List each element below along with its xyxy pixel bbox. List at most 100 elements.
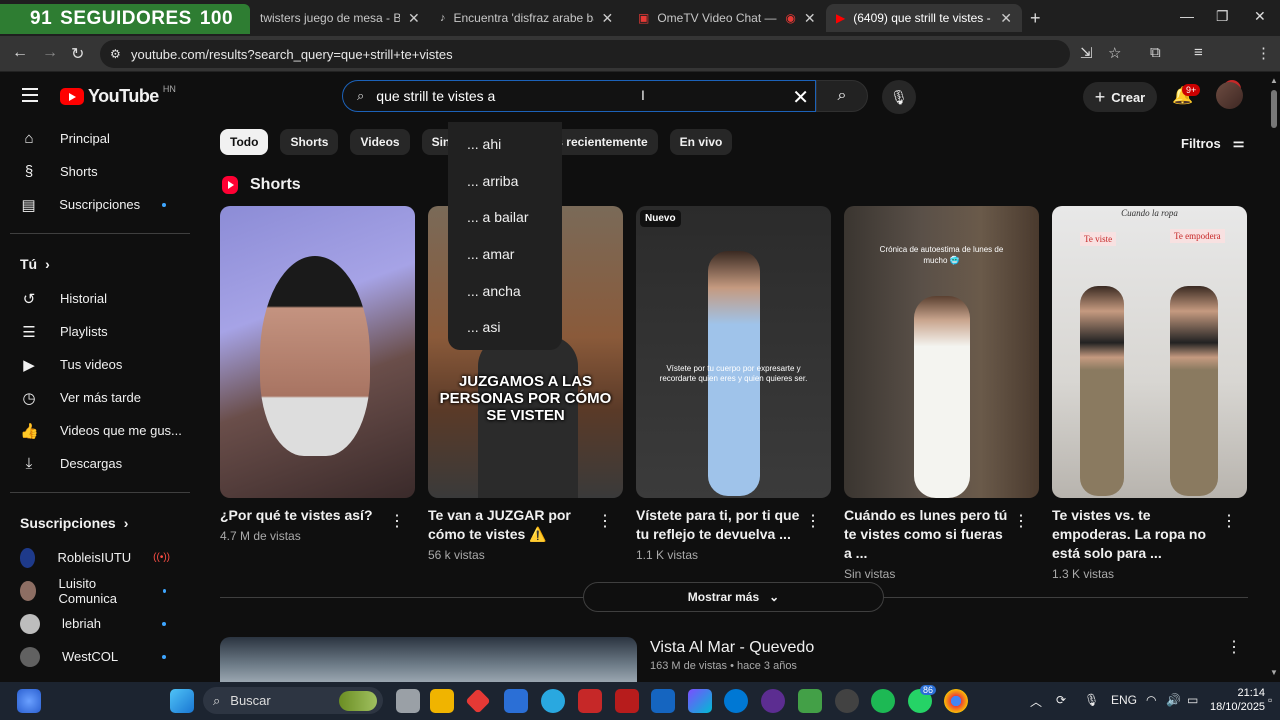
short-title[interactable]: Cuándo es lunes pero tú te vistes como s… <box>844 506 1014 563</box>
more-options-icon[interactable]: ⋮ <box>805 511 821 531</box>
forward-icon[interactable]: → <box>42 44 58 62</box>
taskbar-search[interactable]: ⌕ Buscar <box>203 687 383 714</box>
copilot-icon[interactable] <box>688 689 712 713</box>
video-title[interactable]: Vista Al Mar - Quevedo <box>650 639 814 657</box>
short-thumbnail[interactable]: Crónica de autoestima de lunes de mucho … <box>844 206 1039 498</box>
sidebar-sub-luisito[interactable]: Luisito Comunica <box>0 574 200 607</box>
netflix-icon[interactable] <box>615 689 639 713</box>
kick-icon[interactable] <box>798 689 822 713</box>
taskbar-clock[interactable]: 21:14 18/10/2025 <box>1210 686 1265 714</box>
back-icon[interactable]: ← <box>12 44 28 62</box>
sidebar-sub-westcol[interactable]: WestCOL <box>0 640 200 673</box>
close-tab-icon[interactable]: ✕ <box>602 10 614 27</box>
microsoft-store-icon[interactable] <box>504 689 528 713</box>
app-gear-icon[interactable] <box>835 689 859 713</box>
sidebar-subs-header[interactable]: Suscripciones › <box>0 505 200 541</box>
chip-videos[interactable]: Videos <box>350 129 410 155</box>
file-explorer-icon[interactable] <box>430 689 454 713</box>
close-tab-icon[interactable]: ✕ <box>1000 10 1012 27</box>
short-title[interactable]: Vístete para ti, por ti que tu reflejo t… <box>636 506 806 544</box>
browser-menu-icon[interactable]: ⋮ <box>1256 44 1271 62</box>
close-window-icon[interactable]: ✕ <box>1254 8 1266 25</box>
suggestion-item[interactable]: ... a bailar <box>448 199 562 236</box>
youtube-logo[interactable]: YouTube HN <box>60 84 176 107</box>
more-options-icon[interactable]: ⋮ <box>389 511 405 531</box>
suggestion-item[interactable]: ... ahi <box>448 126 562 163</box>
maximize-icon[interactable]: ❐ <box>1216 8 1229 25</box>
site-info-icon[interactable]: ⚙ <box>110 47 121 61</box>
battery-icon[interactable]: ▭ <box>1187 693 1198 707</box>
scroll-down-icon[interactable]: ▼ <box>1270 668 1278 677</box>
notification-center-icon[interactable]: ▫ <box>1268 693 1272 707</box>
short-thumbnail[interactable] <box>220 206 415 498</box>
search-input[interactable] <box>376 88 777 104</box>
chip-shorts[interactable]: Shorts <box>280 129 339 155</box>
chip-en-vivo[interactable]: En vivo <box>669 129 733 155</box>
wifi-icon[interactable]: ◠ <box>1146 693 1156 707</box>
suggestion-item[interactable]: ... ancha <box>448 272 562 309</box>
short-card[interactable]: Nuevo Vístete por tu cuerpo por expresar… <box>636 206 831 562</box>
more-options-icon[interactable]: ⋮ <box>1226 637 1242 657</box>
sidebar-item-descargas[interactable]: ⤓ Descargas <box>0 447 200 480</box>
edge-icon[interactable] <box>724 689 748 713</box>
sidebar-sub-robleisiutu[interactable]: RobleisIUTU ((•)) <box>0 541 200 574</box>
volume-icon[interactable]: 🔊 <box>1166 693 1181 707</box>
tray-sync-icon[interactable]: ⟳ <box>1056 693 1066 707</box>
app-purple-icon[interactable] <box>761 689 785 713</box>
close-tab-icon[interactable]: ✕ <box>408 10 420 27</box>
short-title[interactable]: Te van a JUZGAR por cómo te vistes ⚠️ <box>428 506 598 544</box>
tray-chevron-up-icon[interactable]: ︿ <box>1030 693 1042 710</box>
chip-todo[interactable]: Todo <box>220 129 269 155</box>
url-field[interactable]: ⚙ youtube.com/results?search_query=que+s… <box>100 40 1070 68</box>
tray-mic-icon[interactable]: 🎙 <box>1084 693 1099 707</box>
sidebar-you-header[interactable]: Tú › <box>0 246 200 282</box>
minimize-icon[interactable]: — <box>1180 8 1194 24</box>
chrome-blue-icon[interactable] <box>541 689 565 713</box>
suggestion-item[interactable]: ... amar <box>448 236 562 273</box>
sidebar-item-principal[interactable]: ⌂ Principal <box>0 122 200 155</box>
followers-counter-tab[interactable]: 91 SEGUIDORES 100 <box>0 4 250 34</box>
short-thumbnail[interactable]: Nuevo Vístete por tu cuerpo por expresar… <box>636 206 831 498</box>
short-card[interactable]: Cuando la ropa Te viste Te empodera Te v… <box>1052 206 1247 581</box>
sidebar-item-playlists[interactable]: ☰ Playlists <box>0 315 200 348</box>
clear-search-icon[interactable]: ✕ <box>792 85 809 110</box>
sidebar-sub-lebriah[interactable]: lebriah <box>0 607 200 640</box>
short-title[interactable]: Te vistes vs. te empoderas. La ropa no e… <box>1052 506 1222 563</box>
search-button[interactable]: ⌕ <box>816 80 868 112</box>
close-tab-icon[interactable]: ✕ <box>804 10 816 27</box>
short-card[interactable]: ¿Por qué te vistes así? 4.7 M de vistas … <box>220 206 415 543</box>
sidebar-item-historial[interactable]: ↺ Historial <box>0 282 200 315</box>
sidebar-item-suscripciones[interactable]: ▤ Suscripciones <box>0 188 200 221</box>
suggestion-item[interactable]: ... asi <box>448 309 562 346</box>
short-card[interactable]: Crónica de autoestima de lunes de mucho … <box>844 206 1039 581</box>
page-scrollbar[interactable]: ▲ ▼ <box>1268 72 1280 682</box>
sidebar-item-ver-mas-tarde[interactable]: ◷ Ver más tarde <box>0 381 200 414</box>
tab-ometv[interactable]: ▣ OmeTV Video Chat — Omegle ◉ ✕ <box>628 4 826 32</box>
suggestion-item[interactable]: ... arriba <box>448 163 562 200</box>
show-more-button[interactable]: Mostrar más ⌄ <box>583 582 884 612</box>
tab-disfraz[interactable]: ♪ Encuentra 'disfraz arabe bariloche' ✕ <box>430 4 623 32</box>
reload-icon[interactable]: ↻ <box>71 44 84 64</box>
weather-widget-icon[interactable] <box>17 689 41 713</box>
tab-twisters[interactable]: twisters juego de mesa - Buscar ✕ <box>250 4 430 32</box>
scroll-up-icon[interactable]: ▲ <box>1270 76 1278 85</box>
disney-icon[interactable] <box>651 689 675 713</box>
video-thumbnail[interactable] <box>220 637 637 682</box>
filters-button[interactable]: Filtros ⚌ <box>1181 135 1244 151</box>
windows-start-icon[interactable] <box>170 689 194 713</box>
spotify-icon[interactable] <box>871 689 895 713</box>
new-tab-icon[interactable]: + <box>1030 8 1041 29</box>
short-thumbnail[interactable]: Cuando la ropa Te viste Te empodera <box>1052 206 1247 498</box>
chrome-icon[interactable] <box>944 689 968 713</box>
more-options-icon[interactable]: ⋮ <box>1013 511 1029 531</box>
task-view-icon[interactable] <box>396 689 420 713</box>
app-shield-icon[interactable] <box>578 689 602 713</box>
more-options-icon[interactable]: ⋮ <box>1221 511 1237 531</box>
menu-icon[interactable] <box>22 88 38 106</box>
voice-search-button[interactable]: 🎙 <box>882 80 916 114</box>
sidebar-item-liked[interactable]: 👍 Videos que me gus... <box>0 414 200 447</box>
install-app-icon[interactable]: ⇲ <box>1080 44 1093 62</box>
media-controls-icon[interactable]: ≡ <box>1194 44 1203 61</box>
extensions-icon[interactable]: ⧉ <box>1150 44 1161 61</box>
account-avatar[interactable] <box>1216 82 1243 109</box>
